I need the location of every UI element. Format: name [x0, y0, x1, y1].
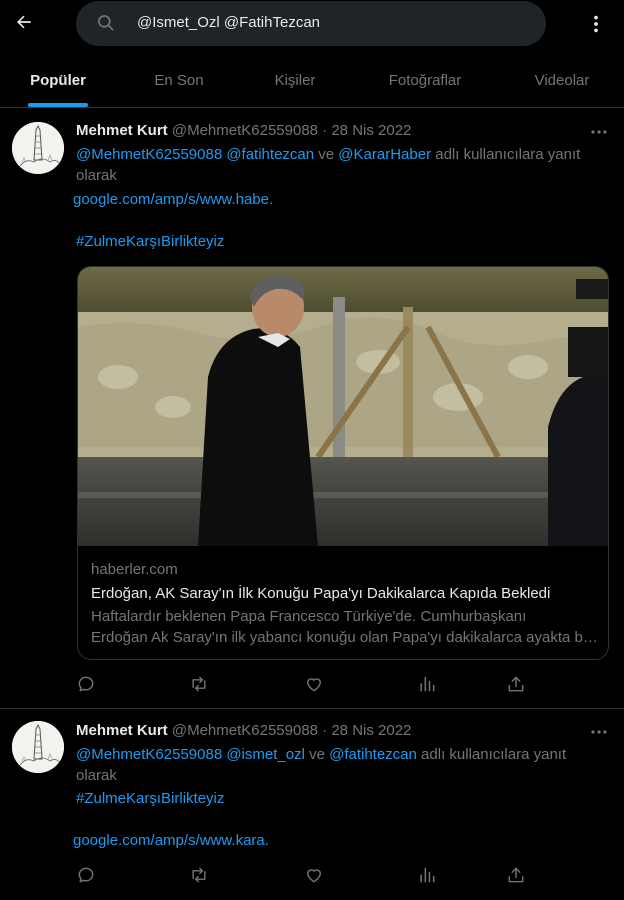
tweet-actions: [76, 674, 526, 694]
tab-label: Kişiler: [274, 72, 316, 89]
author-name[interactable]: Mehmet Kurt: [76, 722, 168, 739]
avatar[interactable]: [12, 721, 64, 773]
card-image[interactable]: [78, 267, 608, 546]
search-input[interactable]: @Ismet_Ozl @FatihTezcan: [76, 1, 546, 46]
more-options-icon[interactable]: [582, 10, 610, 38]
tweet-header: Mehmet Kurt @MehmetK62559088 · 28 Nis 20…: [76, 722, 411, 739]
card-description: Erdoğan Ak Saray'ın ilk yabancı konuğu o…: [91, 629, 599, 646]
tab-en-son[interactable]: En Son: [152, 54, 206, 107]
search-icon: [96, 13, 116, 33]
tab-label: En Son: [154, 72, 204, 89]
retweet-icon[interactable]: [189, 865, 209, 885]
tab-label: Videolar: [534, 72, 590, 89]
avatar[interactable]: [12, 122, 64, 174]
reply-and: ve: [318, 146, 335, 163]
reply-mentions[interactable]: @MehmetK62559088 @ismet_ozl: [76, 746, 305, 763]
reply-suffix: adlı kullanıcılara yanıt: [421, 746, 567, 763]
tweet-more-icon[interactable]: [588, 725, 610, 739]
author-handle[interactable]: @MehmetK62559088: [172, 722, 318, 739]
tweet-actions: [76, 865, 526, 885]
share-icon[interactable]: [506, 865, 526, 885]
separator: ·: [322, 122, 328, 139]
hashtag[interactable]: #ZulmeKarşıBirlikteyiz: [76, 790, 224, 807]
views-icon[interactable]: [417, 865, 437, 885]
like-icon[interactable]: [304, 865, 324, 885]
share-icon[interactable]: [506, 674, 526, 694]
card-domain: haberler.com: [91, 561, 178, 578]
reply-mentions[interactable]: @MehmetK62559088 @fatihtezcan: [76, 146, 314, 163]
link-card[interactable]: haberler.com Erdoğan, AK Saray'ın İlk Ko…: [77, 266, 609, 660]
search-tabs: Popüler En Son Kişiler Fotoğraflar Video…: [0, 54, 624, 108]
retweet-icon[interactable]: [189, 674, 209, 694]
tab-fotograflar[interactable]: Fotoğraflar: [383, 54, 467, 107]
active-tab-indicator: [28, 103, 88, 107]
reply-mention-last[interactable]: @KararHaber: [338, 146, 431, 163]
tab-kisiler[interactable]: Kişiler: [270, 54, 320, 107]
tweet[interactable]: Mehmet Kurt @MehmetK62559088 · 28 Nis 20…: [0, 709, 624, 900]
tweet-more-icon[interactable]: [588, 125, 610, 139]
tab-label: Fotoğraflar: [388, 72, 462, 89]
reply-mention-last[interactable]: @fatihtezcan: [329, 746, 417, 763]
reply-context-line2: olarak: [76, 767, 117, 784]
back-arrow-icon[interactable]: [10, 8, 38, 36]
reply-context: @MehmetK62559088 @ismet_ozl ve @fatihtez…: [76, 744, 566, 765]
hashtag[interactable]: #ZulmeKarşıBirlikteyiz: [76, 233, 224, 250]
tweet-date[interactable]: 28 Nis 2022: [331, 722, 411, 739]
tab-videolar[interactable]: Videolar: [530, 54, 594, 107]
reply-context-line2: olarak: [76, 167, 117, 184]
reply-suffix: adlı kullanıcılara yanıt: [435, 146, 581, 163]
tab-populer[interactable]: Popüler: [28, 54, 88, 107]
tweet-date[interactable]: 28 Nis 2022: [331, 122, 411, 139]
tweet-header: Mehmet Kurt @MehmetK62559088 · 28 Nis 20…: [76, 122, 411, 139]
tweet-link[interactable]: google.com/amp/s/www.habe.: [73, 191, 273, 208]
reply-and: ve: [309, 746, 325, 763]
tweet[interactable]: Mehmet Kurt @MehmetK62559088 · 28 Nis 20…: [0, 108, 624, 708]
reply-context: @MehmetK62559088 @fatihtezcan ve @KararH…: [76, 144, 580, 165]
views-icon[interactable]: [417, 674, 437, 694]
author-handle[interactable]: @MehmetK62559088: [172, 122, 318, 139]
reply-icon[interactable]: [76, 865, 96, 885]
search-query[interactable]: @Ismet_Ozl @FatihTezcan: [137, 14, 320, 31]
top-bar: @Ismet_Ozl @FatihTezcan: [0, 0, 624, 48]
card-title: Erdoğan, AK Saray'ın İlk Konuğu Papa'yı …: [91, 585, 551, 602]
card-description: Haftalardır beklenen Papa Francesco Türk…: [91, 608, 527, 625]
separator: ·: [322, 722, 328, 739]
tweet-link[interactable]: google.com/amp/s/www.kara.: [73, 832, 269, 849]
author-name[interactable]: Mehmet Kurt: [76, 122, 168, 139]
tab-label: Popüler: [30, 72, 86, 89]
like-icon[interactable]: [304, 674, 324, 694]
reply-icon[interactable]: [76, 674, 96, 694]
